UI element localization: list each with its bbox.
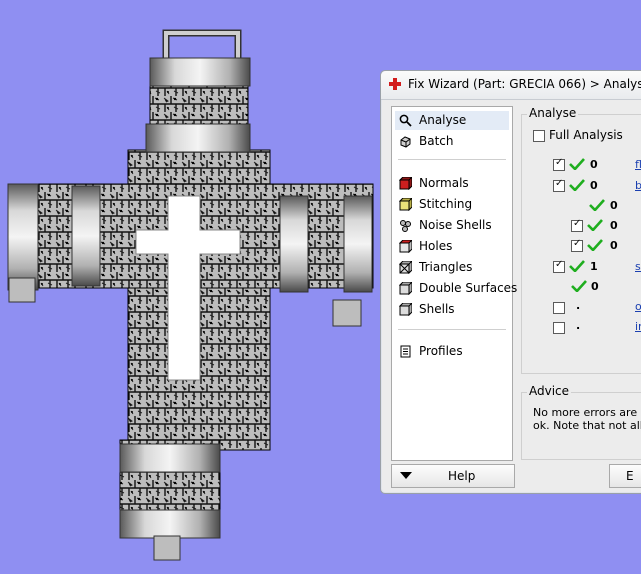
batch-icon xyxy=(400,136,411,148)
row-link[interactable]: o xyxy=(635,300,641,313)
analyse-group-title: Analyse xyxy=(527,106,579,120)
magnifier-icon xyxy=(399,114,412,127)
nav-item-normals[interactable]: Normals xyxy=(395,174,509,193)
row-link[interactable]: in xyxy=(635,320,641,333)
normals-icon xyxy=(399,177,412,190)
profiles-icon xyxy=(400,345,411,358)
row-checkbox[interactable] xyxy=(553,259,565,273)
triangles-icon xyxy=(399,261,412,274)
nav-separator xyxy=(398,329,506,330)
row-checkbox[interactable] xyxy=(571,218,583,232)
nav-item-shells[interactable]: Shells xyxy=(395,300,509,319)
full-analysis-label: Full Analysis xyxy=(549,128,623,142)
full-analysis-checkbox[interactable] xyxy=(533,130,545,142)
row-checkbox[interactable] xyxy=(553,322,565,334)
row-checkbox[interactable] xyxy=(553,302,565,314)
green-check-icon xyxy=(569,260,585,272)
noise-shells-icon xyxy=(400,220,411,232)
green-check-icon xyxy=(571,280,587,292)
red-cross-icon xyxy=(389,78,401,90)
row-link[interactable]: fl xyxy=(635,158,641,171)
bottom-right-button[interactable]: E xyxy=(609,464,641,488)
nav-item-triangles[interactable]: Triangles xyxy=(395,258,509,277)
green-check-icon xyxy=(587,219,603,231)
dialog-titlebar[interactable]: Fix Wizard (Part: GRECIA 066) > Analyse xyxy=(381,71,641,100)
nav-separator xyxy=(398,159,506,160)
fix-wizard-dialog: Fix Wizard (Part: GRECIA 066) > Analyse … xyxy=(380,70,641,494)
nav-item-batch[interactable]: Batch xyxy=(395,132,509,151)
row-checkbox[interactable] xyxy=(553,157,565,171)
nav-item-holes[interactable]: Holes xyxy=(395,237,509,256)
stitching-icon xyxy=(399,198,412,211)
wizard-nav-list: Analyse Batch Normals Stitching Noise Sh… xyxy=(391,106,517,461)
double-surfaces-icon xyxy=(399,282,412,295)
nav-item-double-surfaces[interactable]: Double Surfaces xyxy=(395,279,517,298)
green-check-icon xyxy=(587,239,603,251)
advice-text: No more errors are det ok. Note that not… xyxy=(533,406,641,432)
green-check-icon xyxy=(589,199,605,211)
holes-icon xyxy=(399,240,412,253)
green-check-icon xyxy=(569,179,585,191)
row-checkbox[interactable] xyxy=(571,238,583,252)
row-link[interactable]: b xyxy=(635,179,641,192)
shells-icon xyxy=(399,303,412,316)
row-checkbox[interactable] xyxy=(553,178,565,192)
nav-item-noise-shells[interactable]: Noise Shells xyxy=(395,216,509,235)
dropdown-arrow-icon xyxy=(400,472,412,479)
help-button[interactable]: Help xyxy=(391,464,515,488)
dialog-title: Fix Wizard (Part: GRECIA 066) > Analyse xyxy=(408,77,641,91)
advice-group-title: Advice xyxy=(527,384,572,398)
row-link[interactable]: sl xyxy=(635,260,641,273)
nav-item-profiles[interactable]: Profiles xyxy=(395,342,509,361)
green-check-icon xyxy=(569,158,585,170)
nav-item-analyse[interactable]: Analyse xyxy=(395,111,509,130)
nav-item-stitching[interactable]: Stitching xyxy=(395,195,509,214)
